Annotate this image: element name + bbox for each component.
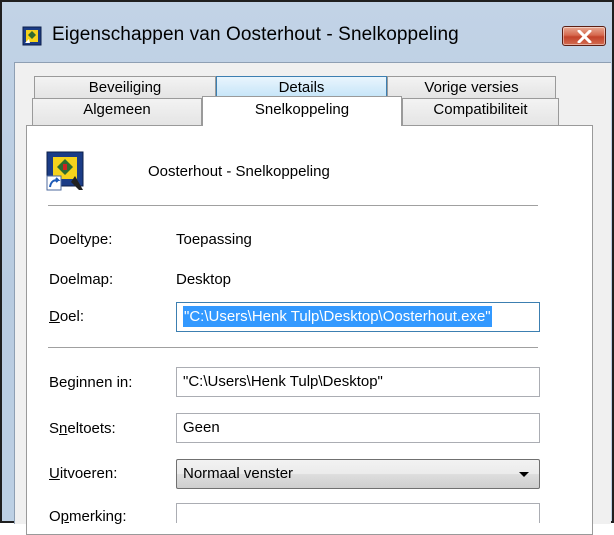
doel-value: "C:\Users\Henk Tulp\Desktop\Oosterhout.e… bbox=[183, 306, 492, 327]
divider-top bbox=[48, 205, 538, 207]
divider-middle bbox=[48, 347, 538, 349]
opmerking-input[interactable] bbox=[176, 503, 540, 523]
sneltoets-label-rest: eltoets: bbox=[67, 420, 116, 437]
beginnen-in-label: Beginnen in: bbox=[49, 374, 132, 391]
opmerking-accel: p bbox=[60, 508, 70, 525]
tab-vorige-versies[interactable]: Vorige versies bbox=[387, 76, 556, 98]
application-shortcut-icon bbox=[46, 151, 84, 191]
tab-beveiliging[interactable]: Beveiliging bbox=[34, 76, 216, 98]
chevron-down-icon bbox=[519, 472, 529, 477]
uitvoeren-accel: U bbox=[49, 465, 60, 482]
opmerking-label-pre: O bbox=[49, 508, 61, 525]
opmerking-label-rest: merking: bbox=[69, 508, 127, 525]
beginnen-in-input[interactable]: "C:\Users\Henk Tulp\Desktop" bbox=[176, 367, 540, 397]
doelmap-value: Desktop bbox=[176, 271, 232, 288]
uitvoeren-label-rest: itvoeren: bbox=[59, 465, 118, 482]
beginnen-label-rest: innen in: bbox=[75, 374, 133, 391]
doel-label: Doel: bbox=[49, 308, 84, 325]
doel-label-rest: oel: bbox=[59, 308, 85, 325]
doelmap-label: Doelmap: bbox=[49, 271, 114, 288]
close-button[interactable] bbox=[562, 26, 606, 46]
shortcut-name: Oosterhout - Snelkoppeling bbox=[148, 163, 330, 180]
app-icon bbox=[22, 26, 42, 46]
tab-compatibiliteit[interactable]: Compatibiliteit bbox=[402, 98, 559, 126]
uitvoeren-select[interactable]: Normaal venster bbox=[176, 459, 540, 489]
beginnen-label-pre: Be bbox=[49, 374, 68, 391]
doel-input[interactable]: "C:\Users\Henk Tulp\Desktop\Oosterhout.e… bbox=[176, 302, 540, 332]
doel-accel: D bbox=[49, 308, 60, 325]
close-icon bbox=[577, 30, 592, 43]
tab-snelkoppeling[interactable]: Snelkoppeling bbox=[202, 96, 402, 126]
doeltype-value: Toepassing bbox=[176, 231, 252, 248]
sneltoets-input[interactable]: Geen bbox=[176, 413, 540, 443]
opmerking-label: Opmerking: bbox=[49, 508, 127, 525]
uitvoeren-value: Normaal venster bbox=[183, 465, 294, 482]
window-title: Eigenschappen van Oosterhout - Snelkoppe… bbox=[52, 24, 459, 45]
doeltype-label: Doeltype: bbox=[49, 231, 113, 248]
tab-details[interactable]: Details bbox=[216, 76, 387, 98]
uitvoeren-label: Uitvoeren: bbox=[49, 465, 117, 482]
sneltoets-label-pre: S bbox=[49, 420, 60, 437]
tab-algemeen[interactable]: Algemeen bbox=[32, 98, 202, 126]
sneltoets-label: Sneltoets: bbox=[49, 420, 116, 437]
beginnen-accel: g bbox=[67, 374, 76, 391]
